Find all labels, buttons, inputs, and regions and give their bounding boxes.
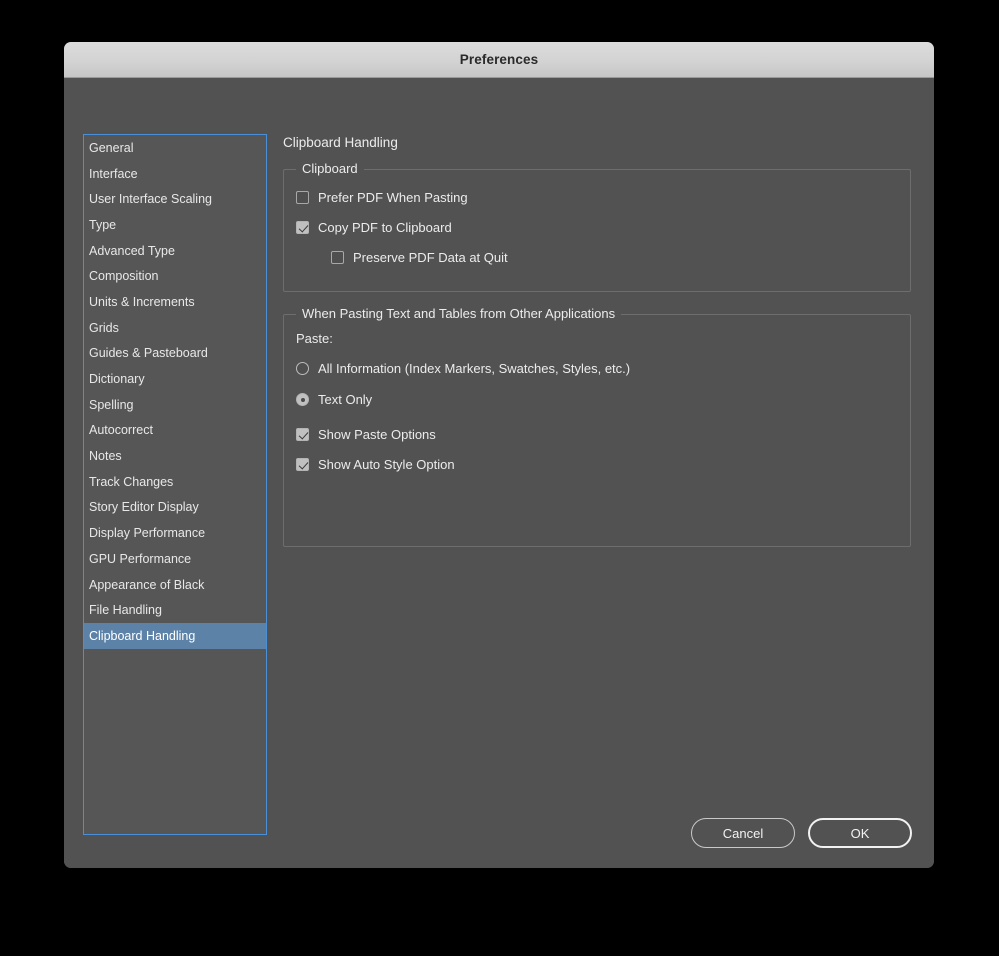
sidebar-item-label: Units & Increments xyxy=(89,295,195,309)
checkbox-show-paste-options[interactable]: Show Paste Options xyxy=(296,427,436,442)
sidebar-item-units-increments[interactable]: Units & Increments xyxy=(84,289,266,315)
sidebar-item-label: Composition xyxy=(89,269,158,283)
checkbox-prefer-pdf-when-pasting[interactable]: Prefer PDF When Pasting xyxy=(296,190,468,205)
checkbox-label: Preserve PDF Data at Quit xyxy=(353,250,508,265)
radio-label: Text Only xyxy=(318,392,372,407)
sidebar-item-general[interactable]: General xyxy=(84,135,266,161)
dialog-footer: Cancel OK xyxy=(691,818,912,848)
clipboard-group-legend: Clipboard xyxy=(296,161,364,176)
preferences-pane: Clipboard Handling Clipboard Prefer PDF … xyxy=(283,79,934,868)
radio-label: All Information (Index Markers, Swatches… xyxy=(318,361,630,376)
sidebar-item-label: General xyxy=(89,141,133,155)
sidebar-item-gpu-performance[interactable]: GPU Performance xyxy=(84,546,266,572)
checkbox-checked-icon[interactable] xyxy=(296,458,309,471)
sidebar-item-track-changes[interactable]: Track Changes xyxy=(84,469,266,495)
sidebar-item-label: Dictionary xyxy=(89,372,145,386)
sidebar-item-advanced-type[interactable]: Advanced Type xyxy=(84,238,266,264)
sidebar-item-grids[interactable]: Grids xyxy=(84,315,266,341)
sidebar-item-label: Guides & Pasteboard xyxy=(89,346,208,360)
sidebar-item-type[interactable]: Type xyxy=(84,212,266,238)
sidebar-item-display-performance[interactable]: Display Performance xyxy=(84,520,266,546)
checkbox-label: Show Paste Options xyxy=(318,427,436,442)
sidebar-item-label: Interface xyxy=(89,167,138,181)
sidebar-item-autocorrect[interactable]: Autocorrect xyxy=(84,418,266,444)
sidebar-item-label: Autocorrect xyxy=(89,423,153,437)
sidebar-item-label: File Handling xyxy=(89,603,162,617)
clipboard-group: Clipboard Prefer PDF When Pasting Copy P… xyxy=(283,169,911,292)
sidebar-item-label: Type xyxy=(89,218,116,232)
checkbox-checked-icon[interactable] xyxy=(296,221,309,234)
dialog-body: General Interface User Interface Scaling Ty… xyxy=(64,79,934,868)
sidebar-item-appearance-of-black[interactable]: Appearance of Black xyxy=(84,572,266,598)
checkbox-preserve-pdf-data-at-quit[interactable]: Preserve PDF Data at Quit xyxy=(331,250,508,265)
dialog-titlebar: Preferences xyxy=(64,42,934,78)
sidebar-item-label: Track Changes xyxy=(89,475,173,489)
sidebar-item-label: Appearance of Black xyxy=(89,578,204,592)
sidebar-item-interface[interactable]: Interface xyxy=(84,161,266,187)
checkbox-checked-icon[interactable] xyxy=(296,428,309,441)
checkbox-label: Copy PDF to Clipboard xyxy=(318,220,452,235)
sidebar-item-label: Display Performance xyxy=(89,526,205,540)
sidebar-item-label: Grids xyxy=(89,321,119,335)
checkbox-icon[interactable] xyxy=(296,191,309,204)
radio-text-only[interactable]: Text Only xyxy=(296,392,372,407)
sidebar-item-user-interface-scaling[interactable]: User Interface Scaling xyxy=(84,186,266,212)
sidebar-item-label: GPU Performance xyxy=(89,552,191,566)
sidebar-item-clipboard-handling[interactable]: Clipboard Handling xyxy=(84,623,266,649)
paste-label: Paste: xyxy=(296,331,333,346)
radio-icon[interactable] xyxy=(296,362,309,375)
sidebar-item-dictionary[interactable]: Dictionary xyxy=(84,366,266,392)
radio-selected-icon[interactable] xyxy=(296,393,309,406)
checkbox-show-auto-style-option[interactable]: Show Auto Style Option xyxy=(296,457,455,472)
pasting-group: When Pasting Text and Tables from Other … xyxy=(283,314,911,547)
checkbox-label: Prefer PDF When Pasting xyxy=(318,190,468,205)
sidebar-item-label: Story Editor Display xyxy=(89,500,199,514)
dialog-title: Preferences xyxy=(460,52,538,67)
sidebar-item-notes[interactable]: Notes xyxy=(84,443,266,469)
sidebar-item-label: Advanced Type xyxy=(89,244,175,258)
checkbox-label: Show Auto Style Option xyxy=(318,457,455,472)
sidebar-item-guides-pasteboard[interactable]: Guides & Pasteboard xyxy=(84,341,266,367)
sidebar-item-composition[interactable]: Composition xyxy=(84,263,266,289)
checkbox-icon[interactable] xyxy=(331,251,344,264)
sidebar-item-file-handling[interactable]: File Handling xyxy=(84,597,266,623)
radio-all-information[interactable]: All Information (Index Markers, Swatches… xyxy=(296,361,630,376)
ok-button[interactable]: OK xyxy=(808,818,912,848)
checkbox-copy-pdf-to-clipboard[interactable]: Copy PDF to Clipboard xyxy=(296,220,452,235)
sidebar-item-story-editor-display[interactable]: Story Editor Display xyxy=(84,495,266,521)
sidebar-item-label: Spelling xyxy=(89,398,133,412)
sidebar-item-label: User Interface Scaling xyxy=(89,192,212,206)
sidebar-item-label: Notes xyxy=(89,449,122,463)
sidebar-item-spelling[interactable]: Spelling xyxy=(84,392,266,418)
preferences-dialog: Preferences General Interface User Interfa… xyxy=(64,42,934,868)
page-title: Clipboard Handling xyxy=(283,135,398,150)
cancel-button[interactable]: Cancel xyxy=(691,818,795,848)
sidebar-item-label: Clipboard Handling xyxy=(89,629,195,643)
pasting-group-legend: When Pasting Text and Tables from Other … xyxy=(296,306,621,321)
preferences-category-list[interactable]: General Interface User Interface Scaling Ty… xyxy=(83,134,267,835)
